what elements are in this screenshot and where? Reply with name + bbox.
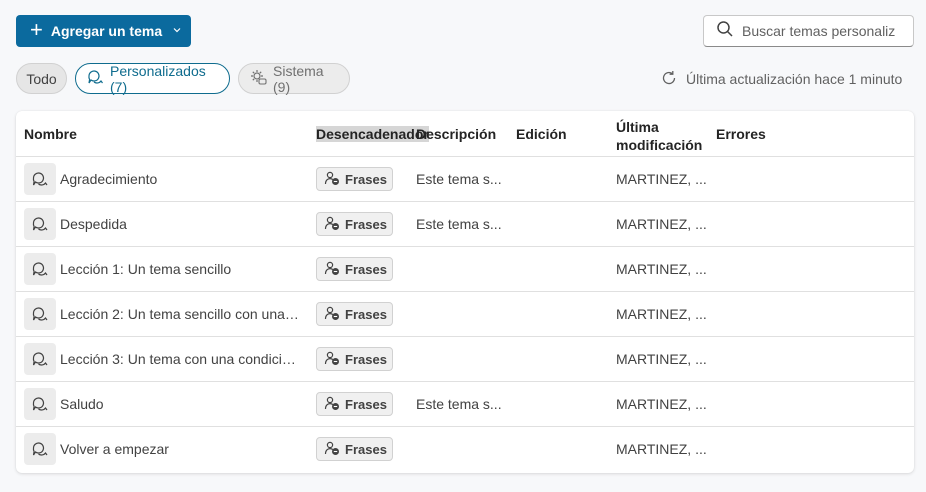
add-topic-button[interactable]: + Agregar un tema — [16, 15, 191, 47]
phrases-icon — [324, 260, 340, 279]
refresh-icon — [660, 69, 678, 90]
plus-icon: + — [30, 17, 43, 42]
column-header-description[interactable]: Descripción — [416, 126, 496, 142]
table-header: Nombre Desencadenador Descripción Edició… — [16, 111, 914, 157]
search-icon — [716, 20, 734, 43]
table-row[interactable]: Lección 3: Un tema con una condició... F… — [16, 337, 914, 382]
column-header-trigger[interactable]: Desencadenador — [316, 126, 429, 142]
table-row[interactable]: Saludo Frases Este tema s... MARTINEZ, .… — [16, 382, 914, 427]
trigger-label: Frases — [345, 216, 387, 232]
table-row[interactable]: Agradecimiento Frases Este tema s... MAR… — [16, 157, 914, 202]
topic-chat-icon — [24, 208, 56, 240]
trigger-badge: Frases — [316, 167, 393, 191]
filter-custom-label: Personalizados (7) — [110, 62, 206, 95]
topic-name[interactable]: Saludo — [60, 396, 300, 412]
table-row[interactable]: Despedida Frases Este tema s... MARTINEZ… — [16, 202, 914, 247]
refresh-text: Última actualización hace 1 minuto — [686, 71, 903, 87]
column-header-name[interactable]: Nombre — [24, 126, 77, 142]
topic-modified-by: MARTINEZ, ... — [616, 261, 707, 277]
phrases-icon — [324, 395, 340, 414]
filter-custom[interactable]: Personalizados (7) — [75, 62, 230, 95]
phrases-icon — [324, 440, 340, 459]
trigger-label: Frases — [345, 261, 387, 277]
topic-modified-by: MARTINEZ, ... — [616, 441, 707, 457]
trigger-badge: Frases — [316, 392, 393, 416]
topic-modified-by: MARTINEZ, ... — [616, 351, 707, 367]
trigger-label: Frases — [345, 171, 387, 187]
topic-chat-icon — [24, 253, 56, 285]
filter-system[interactable]: Sistema (9) — [238, 62, 350, 95]
phrases-icon — [324, 305, 340, 324]
refresh-status[interactable]: Última actualización hace 1 minuto — [660, 68, 902, 90]
topic-chat-icon — [24, 298, 56, 330]
topic-modified-by: MARTINEZ, ... — [616, 306, 707, 322]
topic-name[interactable]: Despedida — [60, 216, 300, 232]
phrases-icon — [324, 170, 340, 189]
trigger-badge: Frases — [316, 257, 393, 281]
chat-bubbles-icon — [86, 68, 104, 89]
topic-name[interactable]: Lección 1: Un tema sencillo — [60, 261, 300, 277]
filter-all-label: Todo — [26, 70, 57, 87]
trigger-label: Frases — [345, 351, 387, 367]
column-header-edition[interactable]: Edición — [516, 126, 567, 142]
trigger-badge: Frases — [316, 212, 393, 236]
topics-page: + Agregar un tema Todo Personalizados (7… — [0, 0, 926, 492]
trigger-label: Frases — [345, 306, 387, 322]
gear-chat-icon — [249, 68, 267, 89]
table-row[interactable]: Volver a empezar Frases MARTINEZ, ... — [16, 427, 914, 472]
topic-modified-by: MARTINEZ, ... — [616, 216, 707, 232]
topic-name[interactable]: Agradecimiento — [60, 171, 300, 187]
search-input[interactable] — [742, 23, 914, 39]
chevron-down-icon — [172, 25, 182, 38]
trigger-badge: Frases — [316, 302, 393, 326]
trigger-badge: Frases — [316, 437, 393, 461]
trigger-label: Frases — [345, 441, 387, 457]
add-topic-label: Agregar un tema — [50, 23, 163, 39]
topics-table: Nombre Desencadenador Descripción Edició… — [16, 111, 914, 473]
topic-chat-icon — [24, 163, 56, 195]
topic-chat-icon — [24, 433, 56, 465]
table-body: Agradecimiento Frases Este tema s... MAR… — [16, 157, 914, 472]
topic-description: Este tema s... — [416, 171, 502, 187]
filter-all[interactable]: Todo — [16, 63, 67, 94]
topic-modified-by: MARTINEZ, ... — [616, 396, 707, 412]
topic-chat-icon — [24, 388, 56, 420]
topic-name[interactable]: Lección 2: Un tema sencillo con una ... — [60, 306, 300, 322]
table-row[interactable]: Lección 1: Un tema sencillo Frases MARTI… — [16, 247, 914, 292]
column-header-trigger-label: Desencadenador — [316, 126, 429, 142]
column-header-errors[interactable]: Errores — [716, 126, 766, 142]
table-row[interactable]: Lección 2: Un tema sencillo con una ... … — [16, 292, 914, 337]
trigger-label: Frases — [345, 396, 387, 412]
topic-chat-icon — [24, 343, 56, 375]
column-header-last-modified[interactable]: Última modificación — [616, 118, 706, 154]
trigger-badge: Frases — [316, 347, 393, 371]
topic-name[interactable]: Volver a empezar — [60, 441, 300, 457]
search-box[interactable] — [703, 15, 914, 47]
topic-name[interactable]: Lección 3: Un tema con una condició... — [60, 351, 300, 367]
phrases-icon — [324, 215, 340, 234]
filter-system-label: Sistema (9) — [273, 62, 324, 95]
phrases-icon — [324, 350, 340, 369]
topic-modified-by: MARTINEZ, ... — [616, 171, 707, 187]
topic-description: Este tema s... — [416, 216, 502, 232]
topic-description: Este tema s... — [416, 396, 502, 412]
